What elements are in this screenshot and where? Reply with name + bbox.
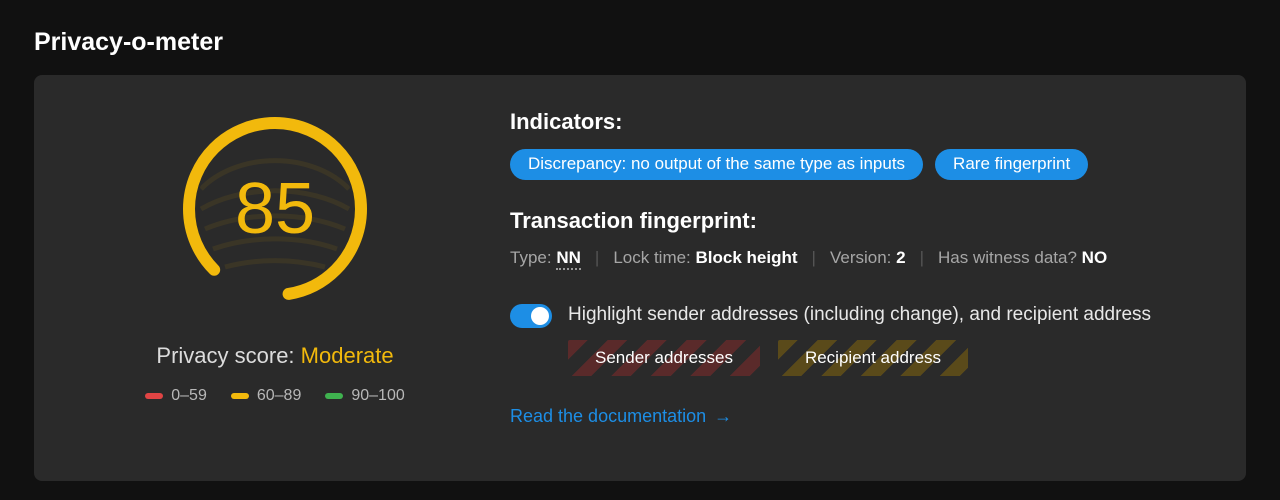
score-legend: 0–59 60–89 90–100 — [145, 387, 404, 405]
score-label: Privacy score: Moderate — [156, 343, 393, 369]
fp-witness: Has witness data? NO — [938, 248, 1107, 268]
documentation-link-text: Read the documentation — [510, 406, 706, 427]
indicator-chip-rare-fingerprint[interactable]: Rare fingerprint — [935, 149, 1088, 180]
highlight-toggle[interactable] — [510, 304, 552, 328]
sender-addresses-swatch: Sender addresses — [568, 340, 760, 376]
highlight-toggle-label: Highlight sender addresses (including ch… — [568, 302, 1151, 328]
highlight-toggle-row: Highlight sender addresses (including ch… — [510, 302, 1220, 328]
score-gauge: 85 — [175, 109, 375, 309]
separator: | — [812, 248, 816, 268]
legend-high: 90–100 — [325, 387, 404, 405]
fp-type-value[interactable]: NN — [556, 248, 581, 270]
score-label-prefix: Privacy score: — [156, 343, 300, 368]
legend-low: 0–59 — [145, 387, 207, 405]
separator: | — [595, 248, 599, 268]
score-value: 85 — [235, 168, 315, 250]
indicator-chips: Discrepancy: no output of the same type … — [510, 149, 1220, 180]
indicators-heading: Indicators: — [510, 109, 1220, 135]
page-title: Privacy-o-meter — [34, 28, 1246, 57]
legend-pill-green — [325, 393, 343, 399]
score-rating: Moderate — [301, 343, 394, 368]
fp-version: Version: 2 — [830, 248, 906, 268]
legend-mid: 60–89 — [231, 387, 302, 405]
arrow-right-icon: → — [714, 406, 732, 427]
fingerprint-row: Type: NN | Lock time: Block height | Ver… — [510, 248, 1220, 268]
address-legend-row: Sender addresses Recipient address — [568, 340, 1220, 376]
documentation-link[interactable]: Read the documentation → — [510, 406, 1220, 427]
recipient-address-swatch: Recipient address — [778, 340, 968, 376]
legend-pill-red — [145, 393, 163, 399]
fp-lock: Lock time: Block height — [613, 248, 797, 268]
fingerprint-heading: Transaction fingerprint: — [510, 208, 1220, 234]
fp-type: Type: NN — [510, 248, 581, 268]
privacy-panel: 85 Privacy score: Moderate 0–59 60–89 90… — [34, 75, 1246, 481]
legend-pill-yellow — [231, 393, 249, 399]
score-section: 85 Privacy score: Moderate 0–59 60–89 90… — [60, 103, 490, 455]
separator: | — [920, 248, 924, 268]
details-section: Indicators: Discrepancy: no output of th… — [510, 103, 1220, 455]
toggle-knob — [531, 307, 549, 325]
indicator-chip-discrepancy[interactable]: Discrepancy: no output of the same type … — [510, 149, 923, 180]
